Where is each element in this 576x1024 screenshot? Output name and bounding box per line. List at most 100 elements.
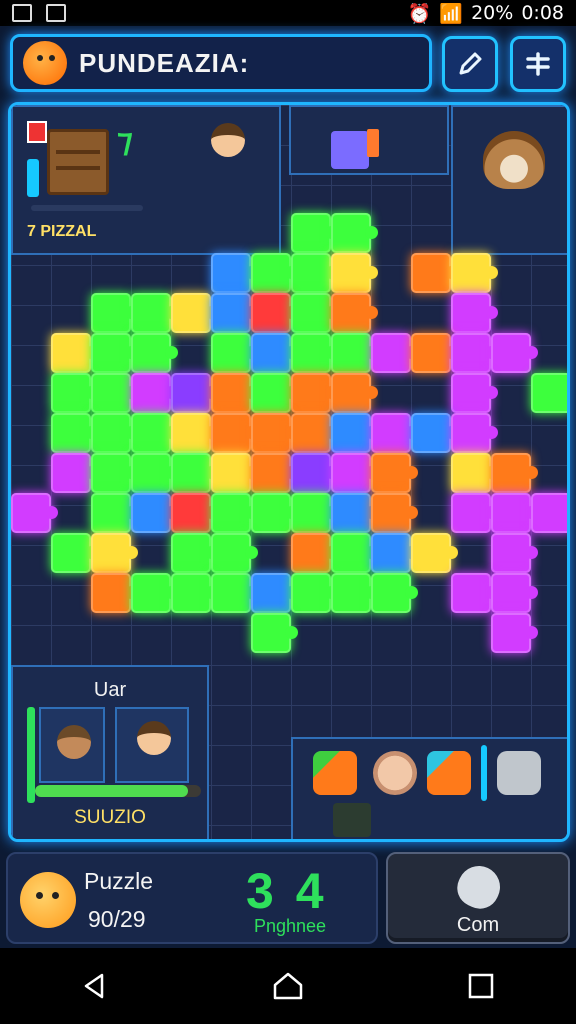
puzzle-piece[interactable] [531,373,567,413]
puzzle-piece[interactable] [131,413,178,453]
puzzle-piece[interactable] [171,493,218,533]
puzzle-piece[interactable] [411,413,458,453]
puzzle-piece[interactable] [251,493,298,533]
puzzle-piece[interactable] [291,573,338,613]
puzzle-piece[interactable] [91,293,138,333]
puzzle-piece-icon[interactable] [333,803,371,837]
puzzle-piece[interactable] [411,253,458,293]
carrot-icon[interactable] [313,751,357,795]
com-button[interactable]: Com [386,852,570,944]
puzzle-piece[interactable] [251,333,298,373]
puzzle-piece[interactable] [291,293,338,333]
puzzle-piece[interactable] [411,333,458,373]
puzzle-piece[interactable] [451,453,498,493]
puzzle-piece[interactable] [131,573,178,613]
puzzle-piece[interactable] [251,413,298,453]
puzzle-piece[interactable] [451,413,498,453]
puzzle-piece[interactable] [291,493,338,533]
puzzle-piece[interactable] [531,493,567,533]
puzzle-piece[interactable] [331,373,378,413]
puzzle-piece[interactable] [131,293,178,333]
puzzle-piece[interactable] [291,213,338,253]
puzzle-piece[interactable] [131,333,178,373]
puzzle-piece[interactable] [171,533,218,573]
puzzle-piece[interactable] [451,293,498,333]
puzzle-piece[interactable] [331,333,378,373]
puzzle-piece[interactable] [171,413,218,453]
puzzle-piece[interactable] [211,493,258,533]
puzzle-piece[interactable] [451,333,498,373]
puzzle-piece[interactable] [411,533,458,573]
puzzle-piece[interactable] [371,333,418,373]
spray-can-icon[interactable] [497,751,541,795]
puzzle-piece[interactable] [491,613,538,653]
puzzle-piece[interactable] [51,413,98,453]
puzzle-piece[interactable] [251,253,298,293]
puzzle-piece[interactable] [451,373,498,413]
puzzle-piece[interactable] [211,453,258,493]
puzzle-piece[interactable] [211,373,258,413]
puzzle-piece[interactable] [331,293,378,333]
carrot-icon[interactable] [427,751,471,795]
puzzle-piece[interactable] [211,333,258,373]
puzzle-piece[interactable] [491,453,538,493]
back-button[interactable] [80,971,110,1001]
puzzle-piece[interactable] [291,453,338,493]
puzzle-piece[interactable] [331,573,378,613]
puzzle-piece[interactable] [251,373,298,413]
puzzle-piece[interactable] [291,413,338,453]
puzzle-board[interactable]: ⁊ 7 PIZZAL Uar SUUZIO [8,102,570,842]
puzzle-piece[interactable] [251,293,298,333]
puzzle-piece[interactable] [211,533,258,573]
puzzle-piece[interactable] [291,533,338,573]
puzzle-piece[interactable] [131,373,178,413]
puzzle-piece[interactable] [51,453,98,493]
puzzle-piece[interactable] [451,493,498,533]
recents-button[interactable] [466,971,496,1001]
puzzle-piece[interactable] [251,453,298,493]
puzzle-piece[interactable] [331,213,378,253]
puzzle-piece[interactable] [331,253,378,293]
puzzle-piece[interactable] [211,253,258,293]
puzzle-piece[interactable] [291,373,338,413]
puzzle-piece[interactable] [171,573,218,613]
puzzle-piece[interactable] [91,333,138,373]
puzzle-piece[interactable] [251,613,298,653]
edit-button[interactable] [442,36,498,92]
puzzle-piece[interactable] [331,413,378,453]
puzzle-piece[interactable] [171,293,218,333]
puzzle-piece[interactable] [491,573,538,613]
puzzle-piece[interactable] [131,453,178,493]
puzzle-piece[interactable] [131,493,178,533]
home-button[interactable] [271,971,305,1001]
puzzle-piece[interactable] [331,453,378,493]
puzzle-piece[interactable] [451,573,498,613]
puzzle-piece[interactable] [171,453,218,493]
puzzle-piece[interactable] [371,413,418,453]
puzzle-piece[interactable] [211,293,258,333]
puzzle-piece[interactable] [91,373,138,413]
puzzle-piece[interactable] [91,533,138,573]
puzzle-piece[interactable] [51,373,98,413]
puzzle-piece[interactable] [51,333,98,373]
top-right-panel[interactable] [451,105,567,255]
puzzle-piece[interactable] [91,493,138,533]
puzzle-piece[interactable] [11,493,58,533]
hamster-icon[interactable] [373,751,417,795]
puzzle-piece[interactable] [291,253,338,293]
puzzle-piece[interactable] [491,333,538,373]
character-slot[interactable] [39,707,105,783]
puzzle-info-card[interactable]: Puzzle 90/29 3 4 Pnghnee [6,852,378,944]
puzzle-piece[interactable] [331,493,378,533]
puzzle-piece[interactable] [491,533,538,573]
puzzle-piece[interactable] [211,413,258,453]
puzzle-piece[interactable] [371,453,418,493]
character-slot[interactable] [115,707,189,783]
puzzle-piece[interactable] [331,533,378,573]
menu-button[interactable] [510,36,566,92]
puzzle-piece[interactable] [371,573,418,613]
puzzle-piece[interactable] [491,493,538,533]
puzzle-piece[interactable] [211,573,258,613]
puzzle-piece[interactable] [291,333,338,373]
puzzle-piece[interactable] [371,493,418,533]
